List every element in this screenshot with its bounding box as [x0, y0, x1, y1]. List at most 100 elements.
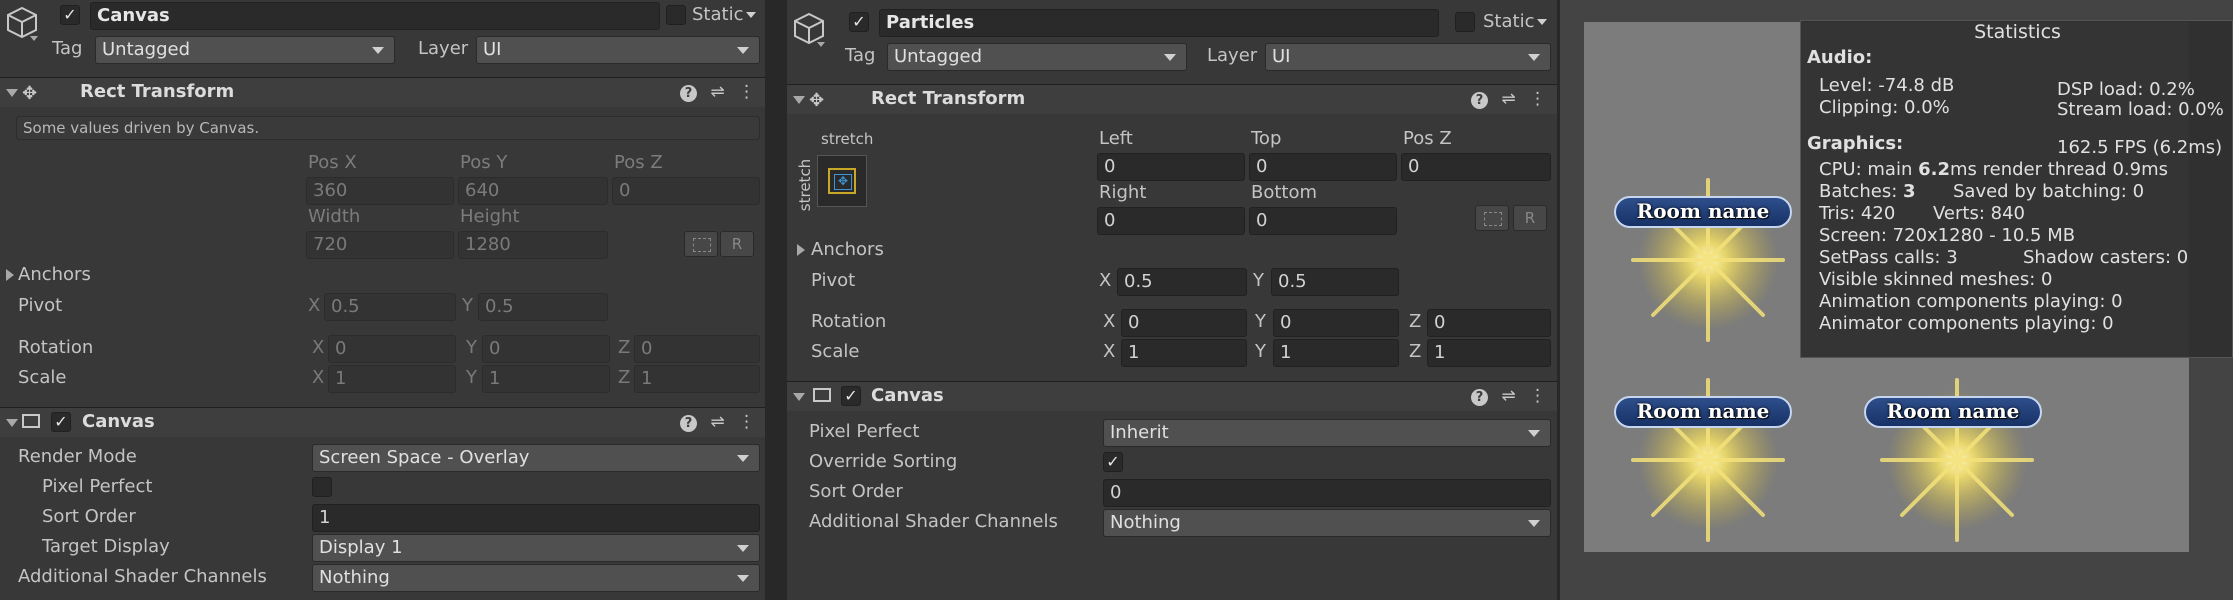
- canvas-enabled-checkbox[interactable]: ✓: [51, 412, 71, 432]
- raw-edit-button[interactable]: R: [1513, 205, 1547, 231]
- scale-z-field[interactable]: 1: [1427, 339, 1551, 367]
- override-sorting-checkbox[interactable]: ✓: [1103, 452, 1123, 472]
- help-icon[interactable]: ?: [680, 85, 697, 102]
- foldout-icon[interactable]: [6, 89, 18, 97]
- help-icon[interactable]: ?: [1471, 92, 1488, 109]
- left-field[interactable]: 0: [1097, 153, 1245, 181]
- more-icon[interactable]: ⋮: [738, 412, 755, 432]
- static-dropdown-icon[interactable]: [1537, 19, 1547, 25]
- layer-dropdown[interactable]: UI: [476, 36, 760, 64]
- top-field[interactable]: 0: [1249, 153, 1397, 181]
- foldout-icon[interactable]: [793, 393, 805, 401]
- presets-icon[interactable]: ⇌: [710, 412, 724, 432]
- more-icon[interactable]: ⋮: [1529, 386, 1546, 406]
- rot-y-axis: Y: [466, 337, 477, 358]
- render-mode-dropdown[interactable]: Screen Space - Overlay: [312, 444, 760, 472]
- sort-order-field[interactable]: 0: [1103, 479, 1551, 507]
- rect-transform-header[interactable]: ✥ Rect Transform ? ⇌ ⋮: [787, 84, 1557, 114]
- anchors-foldout-icon[interactable]: [6, 269, 14, 281]
- rot-z-field[interactable]: 0: [634, 335, 760, 363]
- static-dropdown-icon[interactable]: [746, 12, 756, 18]
- width-field[interactable]: 720: [306, 231, 454, 259]
- pivot-x-field[interactable]: 0.5: [1117, 268, 1247, 296]
- static-checkbox[interactable]: [666, 5, 686, 25]
- pixel-perfect-dropdown[interactable]: Inherit: [1103, 419, 1551, 447]
- foldout-icon[interactable]: [793, 96, 805, 104]
- anchors-foldout-icon[interactable]: [797, 244, 805, 256]
- pivot-y-field[interactable]: 0.5: [478, 293, 608, 321]
- pos-z-field[interactable]: 0: [612, 177, 760, 205]
- presets-icon[interactable]: ⇌: [710, 82, 724, 102]
- anchors-label[interactable]: Anchors: [811, 239, 884, 260]
- blueprint-mode-button[interactable]: [1475, 205, 1509, 231]
- scale-z-field[interactable]: 1: [634, 365, 760, 393]
- rot-z-axis: Z: [1409, 311, 1422, 332]
- render-mode-label: Render Mode: [18, 446, 137, 467]
- pos-z-field[interactable]: 0: [1401, 153, 1551, 181]
- layer-label: Layer: [1207, 45, 1258, 66]
- room-name-label: Room name: [1614, 196, 1792, 228]
- rot-y-field[interactable]: 0: [482, 335, 610, 363]
- pixel-perfect-label: Pixel Perfect: [809, 421, 920, 442]
- stats-graphics-heading: Graphics:: [1807, 133, 1904, 154]
- rect-transform-icon: ✥: [22, 83, 38, 104]
- static-checkbox[interactable]: [1455, 12, 1475, 32]
- panel-separator: [765, 0, 787, 600]
- active-checkbox[interactable]: ✓: [60, 5, 80, 25]
- pos-z-label: Pos Z: [1403, 128, 1452, 149]
- name-field[interactable]: Particles: [879, 9, 1439, 37]
- icon-dropdown-icon[interactable]: [30, 36, 38, 41]
- stats-saved: Saved by batching: 0: [1953, 181, 2145, 202]
- rot-x-field[interactable]: 0: [1121, 309, 1247, 337]
- game-view[interactable]: Room name Room name Room name Statistics…: [1560, 0, 2233, 600]
- pivot-y-field[interactable]: 0.5: [1271, 268, 1399, 296]
- stats-fps: 162.5 FPS (6.2ms): [2057, 137, 2223, 158]
- pixel-perfect-checkbox[interactable]: [312, 477, 332, 497]
- presets-icon[interactable]: ⇌: [1501, 89, 1515, 109]
- presets-icon[interactable]: ⇌: [1501, 386, 1515, 406]
- right-field[interactable]: 0: [1097, 207, 1245, 235]
- scale-y-field[interactable]: 1: [482, 365, 610, 393]
- rot-z-field[interactable]: 0: [1427, 309, 1551, 337]
- canvas-enabled-checkbox[interactable]: ✓: [841, 386, 861, 406]
- name-field[interactable]: Canvas: [90, 2, 660, 30]
- width-label: Width: [308, 206, 361, 227]
- raw-edit-button[interactable]: R: [720, 231, 754, 257]
- foldout-icon[interactable]: [6, 419, 18, 427]
- pos-x-field[interactable]: 360: [306, 177, 454, 205]
- pos-y-field[interactable]: 640: [458, 177, 608, 205]
- shader-channels-dropdown[interactable]: Nothing: [1103, 509, 1551, 537]
- pivot-x-field[interactable]: 0.5: [324, 293, 456, 321]
- anchor-preset-icon: ✥: [828, 168, 856, 194]
- active-checkbox[interactable]: ✓: [849, 12, 869, 32]
- anchors-label[interactable]: Anchors: [18, 264, 91, 285]
- help-icon[interactable]: ?: [1471, 389, 1488, 406]
- icon-dropdown-icon[interactable]: [817, 42, 825, 47]
- blueprint-mode-button[interactable]: [684, 231, 718, 257]
- canvas-header[interactable]: ✓ Canvas ? ⇌ ⋮: [787, 381, 1557, 411]
- static-label[interactable]: Static: [692, 4, 743, 25]
- shader-channels-dropdown[interactable]: Nothing: [312, 564, 760, 592]
- layer-dropdown[interactable]: UI: [1265, 43, 1551, 71]
- rot-x-field[interactable]: 0: [328, 335, 456, 363]
- scale-x-field[interactable]: 1: [328, 365, 456, 393]
- more-icon[interactable]: ⋮: [1529, 89, 1546, 109]
- scale-label: Scale: [811, 341, 860, 362]
- rot-y-field[interactable]: 0: [1273, 309, 1399, 337]
- rect-transform-header[interactable]: ✥ Rect Transform ? ⇌ ⋮: [0, 77, 765, 107]
- target-display-dropdown[interactable]: Display 1: [312, 534, 760, 562]
- height-field[interactable]: 1280: [458, 231, 608, 259]
- static-label[interactable]: Static: [1483, 11, 1534, 32]
- scale-x-field[interactable]: 1: [1121, 339, 1247, 367]
- tag-dropdown[interactable]: Untagged: [887, 43, 1187, 71]
- bottom-field[interactable]: 0: [1249, 207, 1397, 235]
- canvas-header[interactable]: ✓ Canvas ? ⇌ ⋮: [0, 407, 765, 437]
- anchor-presets-button[interactable]: ✥: [817, 155, 867, 207]
- sort-order-field[interactable]: 1: [312, 504, 760, 532]
- gameobject-icon: [4, 4, 40, 40]
- help-icon[interactable]: ?: [680, 415, 697, 432]
- more-icon[interactable]: ⋮: [738, 82, 755, 102]
- scale-y-field[interactable]: 1: [1273, 339, 1399, 367]
- rot-x-axis: X: [1103, 311, 1116, 332]
- tag-dropdown[interactable]: Untagged: [95, 36, 395, 64]
